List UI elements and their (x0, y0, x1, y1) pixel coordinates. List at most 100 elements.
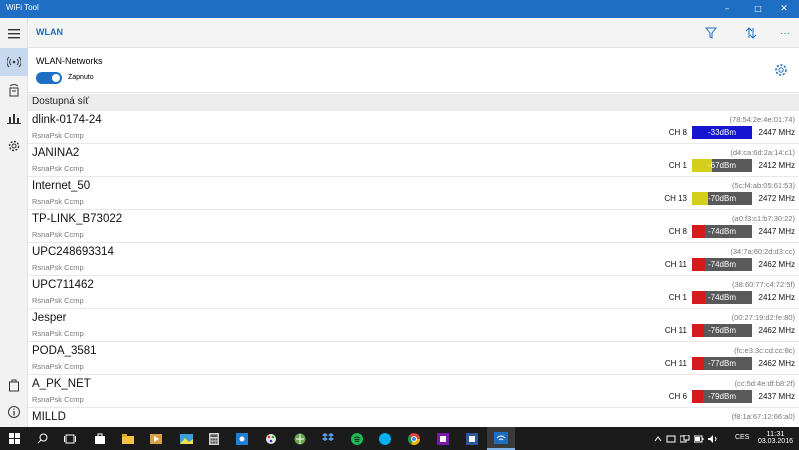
network-row[interactable]: UPC248693314 RsnaPsk Ccmp (34:7a:60:2d:d3:… (28, 243, 799, 276)
browser-icon (294, 433, 306, 444)
network-mac: (34:7a:60:2d:d3:cc) (730, 247, 795, 256)
battery-icon[interactable] (694, 435, 704, 443)
file-explorer-app[interactable] (114, 427, 142, 450)
taskbar-clock[interactable]: 11:31 03.03.2016 (758, 429, 793, 445)
dropbox-app[interactable] (314, 427, 342, 450)
chevron-up-icon[interactable] (654, 435, 662, 443)
hamburger-icon (8, 29, 20, 39)
filter-button[interactable] (702, 24, 720, 42)
network-mac: (f8:1a:67:12:66:a0) (731, 412, 795, 421)
network-frequency: 2447 MHz (758, 128, 795, 137)
network-mac: (00:27:19:d2:fe:80) (731, 313, 795, 322)
nav-chart-button[interactable] (0, 104, 28, 132)
wlan-networks-label: WLAN-Networks (36, 56, 103, 66)
network-frequency: 2412 MHz (758, 161, 795, 170)
nav-store-button[interactable] (0, 371, 28, 399)
notification-icon[interactable] (666, 435, 676, 443)
network-ssid: Jesper (32, 312, 67, 324)
network-frequency: 2462 MHz (758, 260, 795, 269)
network-security: RsnaPsk Ccmp (32, 164, 84, 173)
router-icon (9, 84, 19, 97)
task-view-icon (64, 434, 76, 443)
toggle-state-label: Zapnuto (68, 74, 94, 81)
photos-icon (179, 433, 193, 444)
info-icon (8, 406, 20, 418)
start-button[interactable] (0, 427, 28, 450)
network-mac: (a0:f3:c1:b7:30:22) (732, 214, 795, 223)
signal-bar: -79dBm (692, 390, 752, 403)
signal-bar: -33dBm (692, 126, 752, 139)
network-row[interactable]: TP-LINK_B73022 RsnaPsk Ccmp (a0:f3:c1:b7:3… (28, 210, 799, 243)
section-title: Dostupná síť (32, 96, 90, 107)
nav-wlan-button[interactable] (0, 48, 28, 76)
network-ssid: JANINA2 (32, 147, 80, 159)
network-row[interactable]: UPC711462 RsnaPsk Ccmp (38:60:77:c4:72:5f)… (28, 276, 799, 309)
sort-button[interactable] (742, 24, 760, 42)
toggle-knob (52, 74, 60, 82)
wlan-toggle[interactable] (36, 72, 62, 84)
calculator-app[interactable] (200, 427, 228, 450)
network-frequency: 2462 MHz (758, 326, 795, 335)
clock-time: 11:31 (766, 429, 785, 438)
network-row[interactable]: A_PK_NET RsnaPsk Ccmp (cc:5d:4e:df:b8:2f) C… (28, 375, 799, 408)
network-list[interactable]: dlink-0174-24 RsnaPsk Ccmp (78:54:2e:4e:01… (28, 111, 799, 427)
nav-router-button[interactable] (0, 76, 28, 104)
network-channel: CH 8 (668, 227, 687, 236)
onenote-app[interactable] (429, 427, 457, 450)
taskbar: CES 11:31 03.03.2016 (0, 427, 799, 450)
search-button[interactable] (28, 427, 56, 450)
more-button[interactable]: ··· (776, 24, 794, 42)
network-ssid: Internet_50 (32, 180, 91, 192)
media-player-app[interactable] (142, 427, 170, 450)
speaker-icon[interactable] (708, 435, 718, 443)
input-language[interactable]: CES (735, 434, 749, 441)
network-mac: (cc:5d:4e:df:b8:2f) (734, 379, 795, 388)
signal-strength: -33dBm (707, 128, 736, 137)
signal-strength: -74dBm (707, 260, 736, 269)
network-channel: CH 8 (668, 128, 687, 137)
gear-icon (775, 64, 787, 76)
network-row[interactable]: Internet_50 RsnaPsk Ccmp (5c:f4:ab:05:61:5… (28, 177, 799, 210)
skype-app[interactable] (371, 427, 399, 450)
network-mac: (38:60:77:c4:72:5f) (732, 280, 795, 289)
signal-bar: -74dBm (692, 291, 752, 304)
gear-icon (8, 140, 20, 152)
nav-settings-button[interactable] (0, 132, 28, 160)
word-icon (466, 432, 478, 445)
network-row[interactable]: PODA_3581 RsnaPsk Ccmp (fc:e3:3c:cd:cc:8c)… (28, 342, 799, 375)
network-mac: (fc:e3:3c:cd:cc:8c) (734, 346, 795, 355)
minimize-button[interactable]: – (712, 0, 742, 18)
network-frequency: 2437 MHz (758, 392, 795, 401)
navigation-rail (0, 18, 28, 427)
store-app[interactable] (86, 427, 114, 450)
close-button[interactable]: ✕ (769, 0, 799, 18)
signal-strength: -70dBm (707, 194, 736, 203)
media-player-icon (150, 433, 162, 444)
chrome-app[interactable] (400, 427, 428, 450)
signal-strength: -77dBm (707, 359, 736, 368)
network-security: RsnaPsk Ccmp (32, 230, 84, 239)
app-header: WLAN ··· (28, 18, 799, 48)
network-ssid: MILLD (32, 411, 66, 423)
network-row[interactable]: dlink-0174-24 RsnaPsk Ccmp (78:54:2e:4e:01… (28, 111, 799, 144)
paint-app[interactable] (257, 427, 285, 450)
task-view-button[interactable] (56, 427, 84, 450)
photos-app[interactable] (172, 427, 200, 450)
network-row[interactable]: JANINA2 RsnaPsk Ccmp (d4:ca:6d:2a:14:c1) CH… (28, 144, 799, 177)
panel-settings-button[interactable] (773, 62, 789, 78)
browser-app[interactable] (286, 427, 314, 450)
network-row[interactable]: MILLD (f8:1a:67:12:66:a0) (28, 408, 799, 427)
network-channel: CH 13 (664, 194, 687, 203)
network-ssid: dlink-0174-24 (32, 114, 102, 126)
shopping-bag-icon (9, 379, 19, 392)
signal-bar: -70dBm (692, 192, 752, 205)
word-app[interactable] (458, 427, 486, 450)
spotify-app[interactable] (343, 427, 371, 450)
hamburger-menu-button[interactable] (0, 20, 28, 48)
folder-icon (122, 433, 134, 444)
network-row[interactable]: Jesper RsnaPsk Ccmp (00:27:19:d2:fe:80) CH … (28, 309, 799, 342)
nav-about-button[interactable] (0, 398, 28, 426)
weather-app[interactable] (228, 427, 256, 450)
network-tray-icon[interactable] (680, 435, 690, 443)
wifi-tool-app[interactable] (487, 427, 515, 450)
